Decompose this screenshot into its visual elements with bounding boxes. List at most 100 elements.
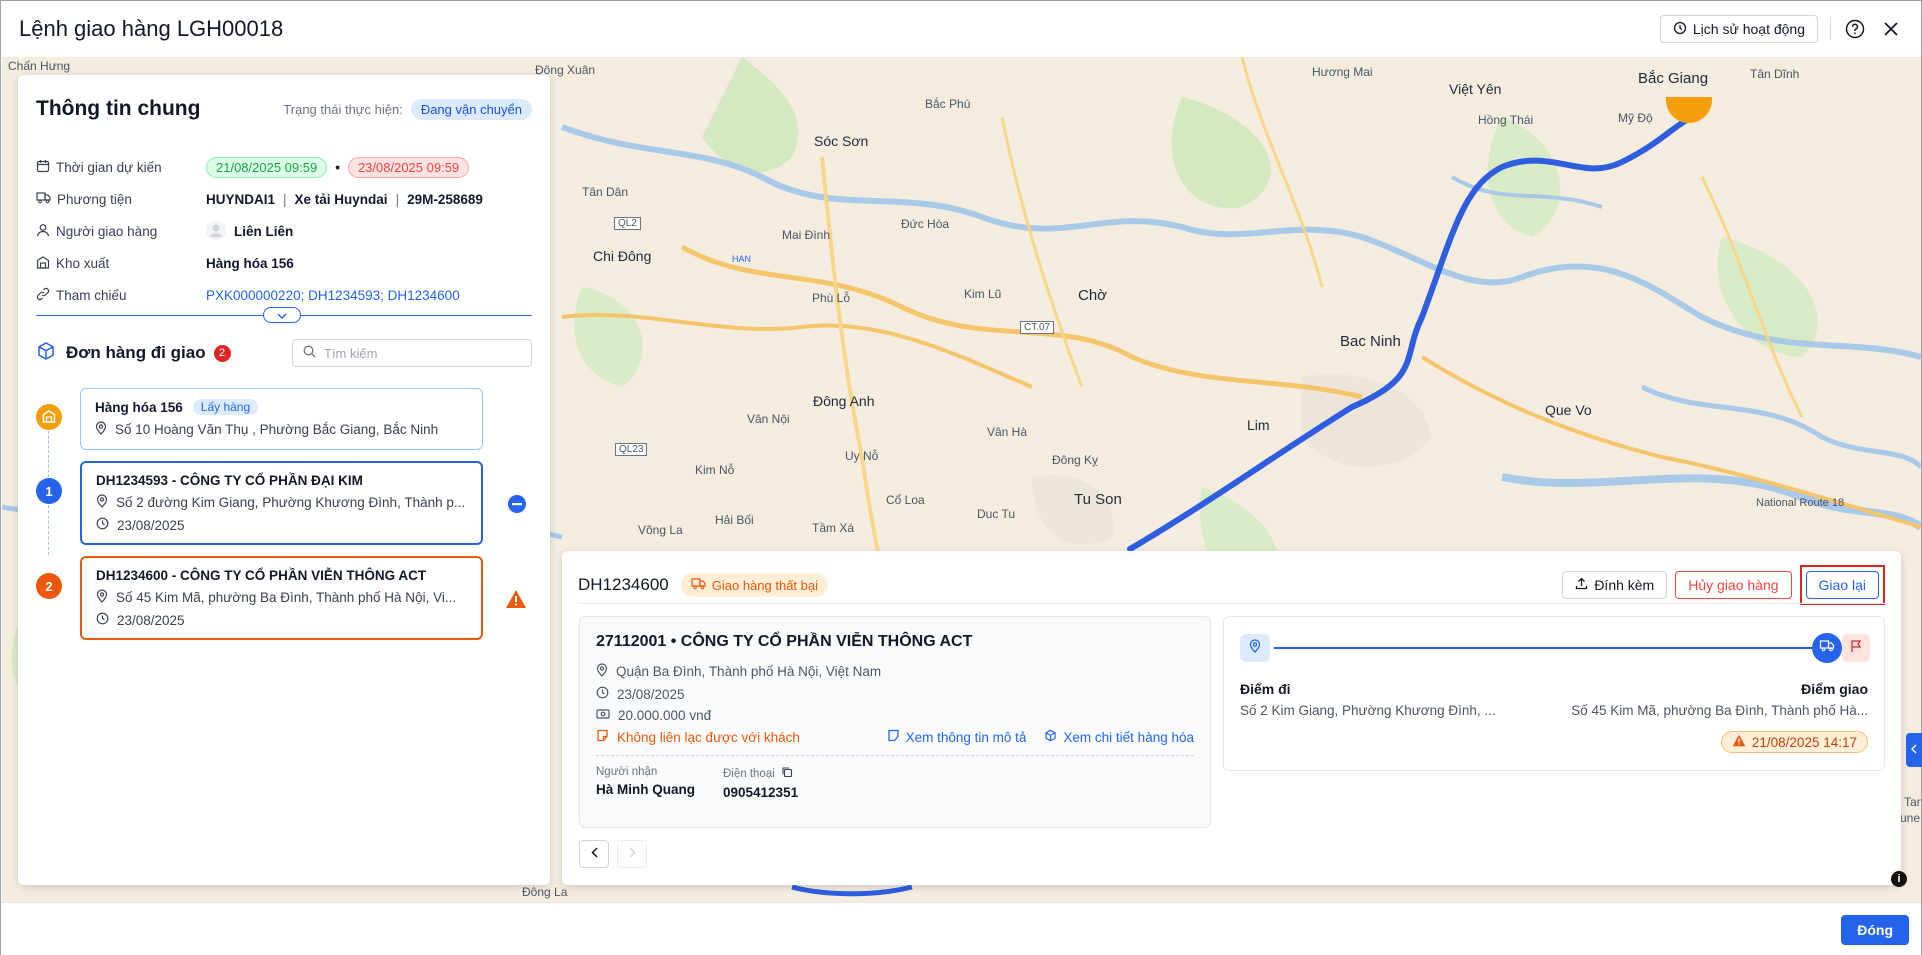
help-icon[interactable]: [1843, 17, 1867, 41]
pickup-tag: Lấy hàng: [192, 399, 259, 415]
map-place-label: Đức Hòa: [901, 217, 950, 231]
package-icon: [36, 341, 56, 366]
road-label: CT.07: [1020, 321, 1055, 334]
info-row-vehicle: Phương tiện HUYNDAI1 | Xe tải Huyndai | …: [36, 183, 532, 215]
pickup-card[interactable]: Hàng hóa 156 Lấy hàng Số 10 Hoàng Văn Th…: [80, 388, 483, 450]
history-button[interactable]: Lịch sử hoạt động: [1659, 15, 1818, 43]
close-icon[interactable]: [1879, 17, 1903, 41]
warning-icon: [505, 589, 527, 614]
order-code: DH1234600: [578, 575, 669, 594]
map-place-label: Phù Lỗ: [812, 291, 851, 305]
redeliver-highlight: Giao lại: [1799, 565, 1885, 605]
next-page-button[interactable]: [617, 840, 647, 868]
map-place-label: Tu Son: [1074, 491, 1122, 508]
chevron-down-icon: [277, 306, 287, 324]
map-place-label: Vân Nội: [747, 412, 790, 426]
map-place-label: Bắc Giang: [1638, 70, 1709, 87]
header-divider: [1830, 18, 1831, 40]
map-place-label: une: [1900, 811, 1921, 825]
modal-title: Lệnh giao hàng LGH00018: [19, 16, 284, 41]
calendar-icon: [36, 159, 50, 176]
map-place-label: Uy Nỗ: [845, 449, 879, 463]
map-place-label: National Route 18: [1756, 497, 1845, 509]
orders-count-badge: 2: [213, 344, 231, 362]
stop-connector: [48, 505, 49, 555]
to-label: Điểm giao: [1801, 681, 1868, 697]
status-label: Trạng thái thực hiện:: [283, 101, 403, 117]
time-label: Thời gian dự kiến: [56, 159, 162, 175]
prev-page-button[interactable]: [579, 840, 609, 868]
pickup-address: Số 10 Hoàng Văn Thụ , Phường Bắc Giang, …: [115, 422, 439, 437]
map-place-label: Bắc Phú: [925, 97, 971, 111]
avatar: [206, 219, 226, 243]
map-place-label: Tân Dân: [582, 185, 629, 199]
view-goods-link[interactable]: Xem chi tiết hàng hóa: [1044, 729, 1194, 745]
map-place-label: Cổ Loa: [886, 493, 925, 507]
attach-label: Đính kèm: [1594, 577, 1655, 593]
from-label: Điểm đi: [1240, 681, 1291, 697]
order-address: Số 45 Kim Mã, phường Ba Đình, Thành phố …: [116, 590, 457, 605]
history-label: Lịch sử hoạt động: [1692, 21, 1805, 37]
customer-address: Quận Ba Đình, Thành phố Hà Nội, Việt Nam: [616, 664, 882, 679]
view-description-link[interactable]: Xem thông tin mô tả: [887, 729, 1026, 745]
road-label: QL2: [614, 217, 641, 230]
modal-header: Lệnh giao hàng LGH00018 Lịch sử hoạt độn…: [1, 1, 1921, 57]
delivery-status-badge: Giao hàng thất bại: [680, 573, 828, 597]
history-icon: [1673, 21, 1687, 38]
link-icon: [36, 287, 50, 304]
driver-label: Người giao hàng: [56, 223, 158, 239]
start-point-marker: [1240, 634, 1270, 662]
phone-label: Điện thoại: [723, 767, 775, 780]
note-icon: [596, 729, 609, 745]
order-date: 23/08/2025: [117, 517, 185, 533]
map-place-label: Lim: [1247, 417, 1270, 433]
dashed-divider: [596, 755, 1194, 756]
cancel-delivery-button[interactable]: Hủy giao hàng: [1675, 571, 1792, 599]
vehicle-position-marker: [1812, 633, 1842, 663]
chevron-right-icon: [628, 845, 636, 863]
info-row-time: Thời gian dự kiến 21/08/2025 09:59 • 23/…: [36, 151, 532, 183]
location-pin-icon: [95, 421, 107, 438]
map-place-label: Đông Kỵ: [1052, 453, 1099, 467]
copy-icon[interactable]: [781, 766, 793, 781]
map-place-label: Chấn Hưng: [8, 59, 71, 73]
customer-date: 23/08/2025: [617, 686, 685, 702]
warning-icon: [1732, 734, 1746, 750]
clock-icon: [96, 612, 109, 628]
eta-badge: 21/08/2025 14:17: [1720, 731, 1868, 753]
truck-icon: [1819, 639, 1835, 657]
reference-links[interactable]: PXK000000220; DH1234593; DH1234600: [206, 288, 460, 303]
panel-divider: [578, 603, 1885, 604]
map-info-icon[interactable]: i: [1891, 871, 1907, 887]
close-button[interactable]: Đóng: [1841, 915, 1909, 945]
customer-amount: 20.000.000 vnđ: [618, 708, 712, 723]
attach-button[interactable]: Đính kèm: [1562, 571, 1668, 599]
order-card-2[interactable]: DH1234600 - CÔNG TY CỔ PHẦN VIỄN THÔNG A…: [80, 556, 483, 640]
search-placeholder: Tìm kiếm: [324, 345, 378, 361]
vehicle-code: HUYNDAI1: [206, 191, 276, 207]
truck-icon: [691, 577, 706, 593]
receiver-value: Hà Minh Quang: [596, 782, 695, 797]
eta-value: 21/08/2025 14:17: [1751, 734, 1857, 750]
road-label: QL23: [615, 443, 648, 456]
stop-number-1: 1: [36, 478, 62, 504]
order-title: DH1234600 - CÔNG TY CỔ PHẦN VIỄN THÔNG A…: [96, 568, 427, 583]
clock-icon: [96, 517, 109, 533]
money-icon: [596, 708, 610, 723]
redeliver-button[interactable]: Giao lại: [1805, 571, 1879, 599]
stop-number-2: 2: [36, 573, 62, 599]
map-place-label: Đông La: [522, 885, 568, 899]
map-place-label: Việt Yên: [1449, 81, 1502, 97]
flag-icon: [1850, 639, 1862, 658]
side-panel-toggle[interactable]: [1906, 733, 1922, 767]
order-card-1[interactable]: DH1234593 - CÔNG TY CỔ PHẦN ĐẠI KIM Số 2…: [80, 461, 483, 545]
chevron-left-icon: [1911, 741, 1917, 759]
order-search-input[interactable]: Tìm kiếm: [292, 339, 532, 367]
map-place-label: Hồng Thái: [1478, 113, 1534, 127]
expand-toggle[interactable]: [263, 307, 301, 323]
pickup-marker: [36, 404, 62, 430]
remove-stop-icon[interactable]: [507, 494, 527, 519]
delivery-note: Không liên lạc được với khách: [617, 729, 800, 745]
map-place-label: Võng La: [638, 523, 683, 537]
phone-block: Điện thoại 0905412351: [723, 766, 798, 800]
